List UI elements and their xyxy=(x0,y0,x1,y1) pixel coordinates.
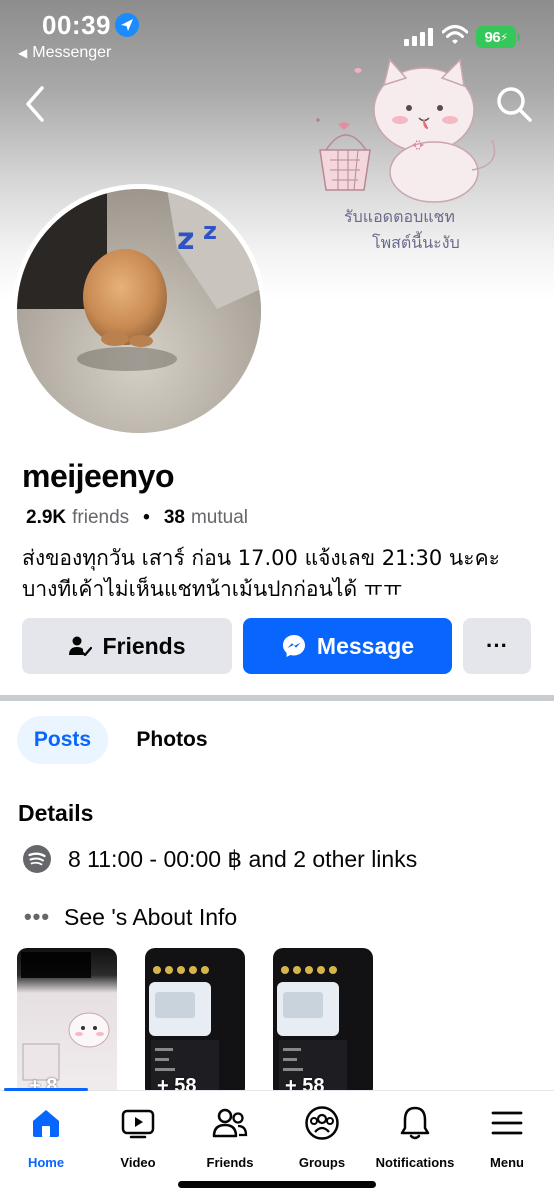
back-arrow-icon[interactable] xyxy=(18,82,58,126)
section-divider xyxy=(0,695,554,701)
featured-thumbnail-3[interactable]: + 58 xyxy=(273,948,373,1098)
profile-avatar[interactable]: z z xyxy=(12,184,266,438)
friends-icon xyxy=(210,1103,250,1143)
nav-groups[interactable]: Groups xyxy=(276,1103,368,1170)
bio-line-2: บางทีเค้าไม่เห็นแชทน้าเม้นปกก่อนได้ ㅠㅠ xyxy=(22,577,403,601)
featured-thumbnail-2[interactable]: + 58 xyxy=(145,948,245,1098)
video-icon xyxy=(118,1103,158,1143)
home-icon xyxy=(26,1103,66,1143)
message-button-label: Message xyxy=(316,632,415,659)
bio-line-1: ส่งของทุกวัน เสาร์ ก่อน 17.00 แจ้งเลข 21… xyxy=(22,546,500,570)
bell-icon xyxy=(395,1103,435,1143)
svg-text:z: z xyxy=(177,222,194,257)
back-to-app-link[interactable]: ◀ Messenger xyxy=(18,44,111,62)
links-row[interactable]: 8 11:00 - 00:00 ฿ and 2 other links xyxy=(22,844,417,874)
cellular-signal-icon xyxy=(404,28,433,46)
kitten-photo: z z xyxy=(17,189,261,433)
cover-text-line2: โพสต์นี้นะงับ xyxy=(372,231,460,252)
location-arrow-icon xyxy=(115,13,139,37)
tab-posts[interactable]: Posts xyxy=(17,716,108,764)
featured-thumbnail-1[interactable]: + 8 xyxy=(17,948,117,1098)
separator-dot: • xyxy=(143,507,150,528)
groups-icon xyxy=(302,1103,342,1143)
spotify-icon xyxy=(22,844,52,874)
mutual-count: 38 xyxy=(163,507,185,528)
wifi-icon xyxy=(442,25,468,44)
friends-stats[interactable]: 2.9K friends • 38 mutual xyxy=(26,507,248,529)
nav-home[interactable]: Home xyxy=(0,1103,92,1170)
nav-friends-label: Friends xyxy=(206,1155,254,1170)
home-indicator xyxy=(178,1181,376,1188)
nav-home-label: Home xyxy=(27,1155,65,1170)
friends-button-label: Friends xyxy=(102,632,186,659)
nav-menu[interactable]: Menu xyxy=(461,1103,553,1170)
nav-menu-label: Menu xyxy=(490,1155,524,1170)
nav-notifications[interactable]: Notifications xyxy=(369,1103,461,1170)
menu-icon xyxy=(487,1103,527,1143)
status-bar: 00:39 ◀ Messenger 96 ⚡ xyxy=(0,0,554,70)
mutual-label: mutual xyxy=(190,507,248,528)
profile-bio: ส่งของทุกวัน เสาร์ ก่อน 17.00 แจ้งเลข 21… xyxy=(22,543,542,605)
nav-notifications-label: Notifications xyxy=(375,1155,455,1170)
cat-drawing-illustration: รับแอดตอบแชท โพสต์นี้นะงับ xyxy=(316,58,508,252)
ellipsis-icon: ••• xyxy=(23,904,51,929)
details-heading: Details xyxy=(18,800,94,826)
search-icon[interactable] xyxy=(494,84,534,124)
nav-video[interactable]: Video xyxy=(92,1103,184,1170)
tab-photos[interactable]: Photos xyxy=(120,716,224,764)
back-triangle-icon: ◀ xyxy=(18,46,28,60)
status-time: 00:39 xyxy=(42,10,111,40)
active-tab-indicator xyxy=(4,1088,88,1091)
svg-text:z: z xyxy=(203,217,217,245)
links-text: 8 11:00 - 00:00 ฿ and 2 other links xyxy=(68,845,418,872)
message-button[interactable]: Message xyxy=(243,618,452,674)
battery-indicator: 96 ⚡ xyxy=(476,26,520,48)
about-info-row[interactable]: ••• See 's About Info xyxy=(22,902,237,932)
friends-count: 2.9K xyxy=(26,507,67,528)
nav-friends[interactable]: Friends xyxy=(184,1103,276,1170)
nav-video-label: Video xyxy=(120,1155,156,1170)
profile-name: meijeenyo xyxy=(22,458,175,494)
back-app-label: Messenger xyxy=(32,44,112,61)
friend-check-icon xyxy=(69,636,93,657)
friends-button[interactable]: Friends xyxy=(22,618,232,674)
messenger-icon xyxy=(282,635,305,657)
nav-groups-label: Groups xyxy=(298,1155,346,1170)
more-options-button[interactable]: ··· xyxy=(463,618,531,674)
battery-level: 96 xyxy=(484,28,501,46)
about-info-text: See 's About Info xyxy=(64,903,238,930)
more-dots-icon: ··· xyxy=(486,633,508,658)
friends-label: friends xyxy=(72,507,130,528)
cover-text-line1: รับแอดตอบแชท xyxy=(344,207,455,226)
